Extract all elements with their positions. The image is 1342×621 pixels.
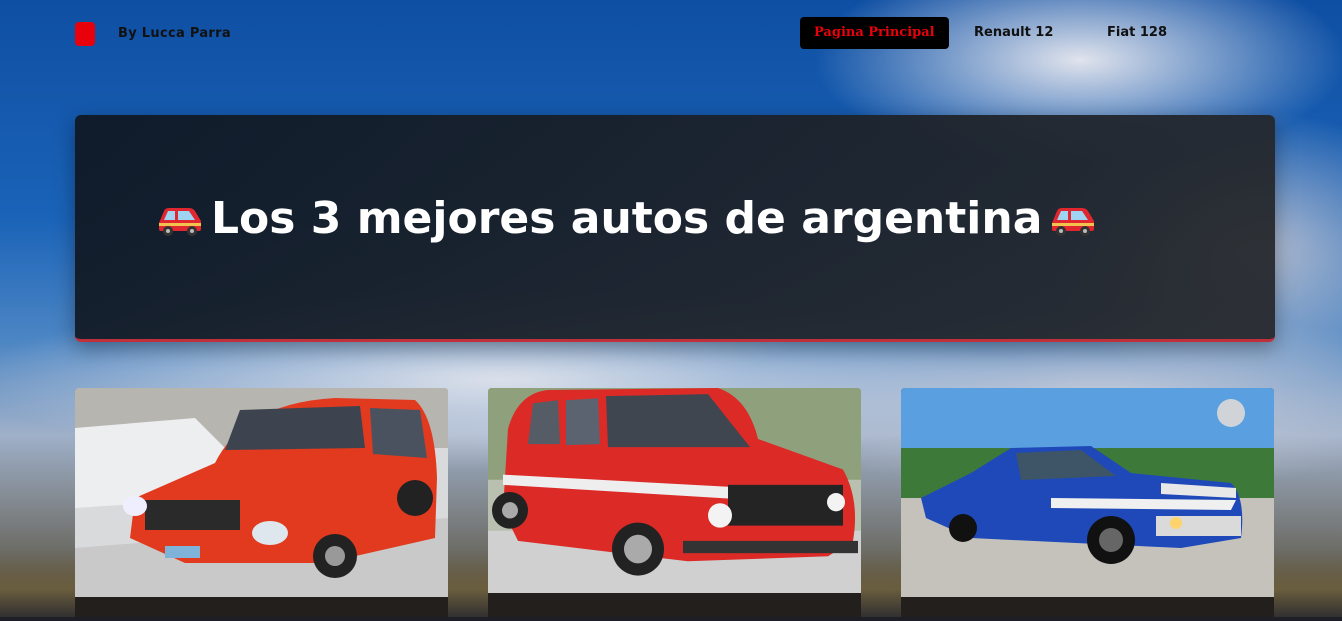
red-car-icon — [1052, 207, 1095, 236]
hero-title-text: Los 3 mejores autos de argentina — [211, 193, 1043, 244]
red-renault-12-photo — [75, 388, 448, 598]
car-card-fiat-128[interactable] — [488, 388, 861, 621]
brand-name[interactable]: By Lucca Parra — [118, 26, 231, 41]
hero-banner: Los 3 mejores autos de argentina — [75, 115, 1275, 342]
nav-link-fiat-128[interactable]: Fiat 128 — [1093, 17, 1181, 49]
car-card-renault-12[interactable] — [75, 388, 448, 621]
hero-heading: Los 3 mejores autos de argentina — [155, 193, 1098, 244]
car-card-ford-falcon[interactable] — [901, 388, 1274, 621]
red-square-logo-icon[interactable] — [75, 22, 95, 46]
nav-link-renault-12[interactable]: Renault 12 — [960, 17, 1067, 49]
top-navbar: By Lucca Parra Pagina Principal Renault … — [0, 17, 1342, 51]
bottom-edge-bar — [0, 617, 1342, 621]
red-fiat-128-photo — [488, 388, 861, 598]
red-car-icon — [159, 207, 201, 236]
blue-ford-falcon-photo — [901, 388, 1274, 598]
nav-link-pagina-principal[interactable]: Pagina Principal — [800, 17, 949, 49]
